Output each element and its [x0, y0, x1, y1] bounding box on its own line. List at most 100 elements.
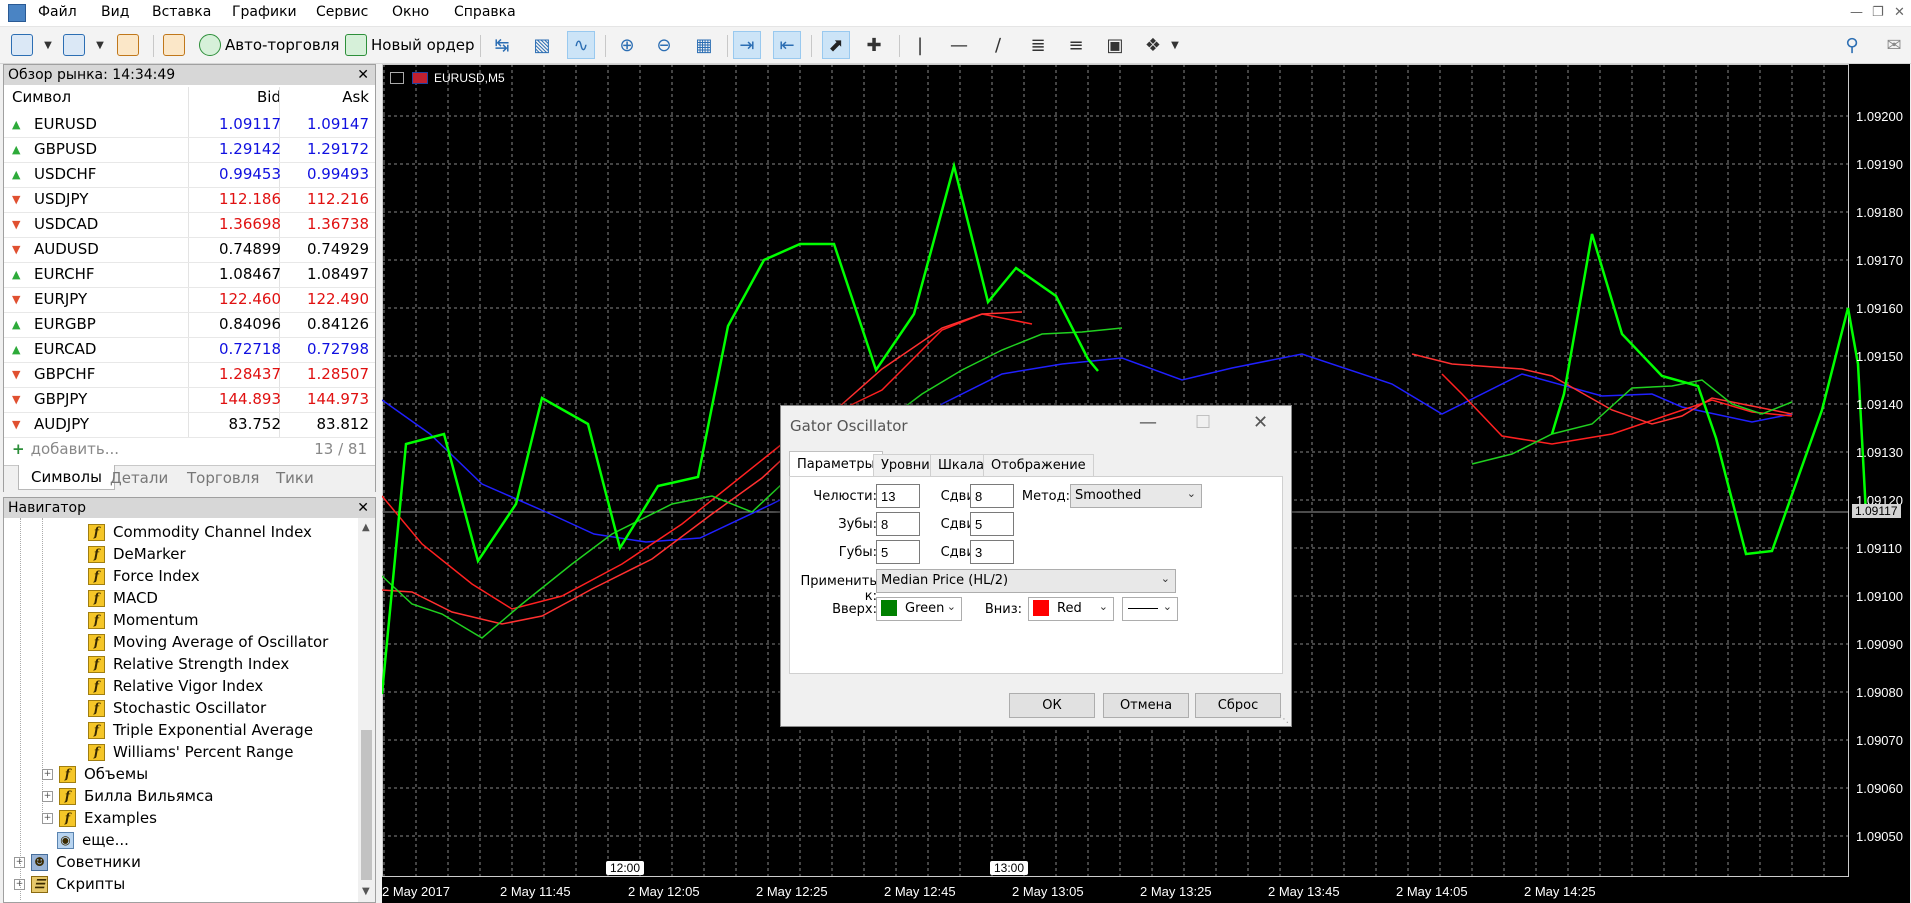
horizontal-line-button[interactable]: —: [945, 31, 973, 59]
nav-indicator-item[interactable]: f Williams' Percent Range: [88, 741, 293, 763]
nav-indicator-item[interactable]: f Relative Vigor Index: [88, 675, 263, 697]
jaws-period-input[interactable]: [876, 484, 920, 508]
table-row[interactable]: ▲ EURCHF 1.08467 1.08497: [4, 262, 375, 288]
table-row[interactable]: ▼ EURJPY 122.460 122.490: [4, 287, 375, 313]
scrollbar-thumb[interactable]: [361, 730, 372, 880]
market-button[interactable]: [162, 31, 190, 59]
dialog-minimize-icon[interactable]: —: [1139, 412, 1157, 433]
vertical-line-button[interactable]: |: [906, 31, 934, 59]
nav-group-bill-williams[interactable]: + f Билла Вильямса: [42, 785, 213, 807]
lips-period-input[interactable]: [876, 540, 920, 564]
nav-group-volumes[interactable]: + f Объемы: [42, 763, 148, 785]
up-color-select[interactable]: Green ⌄: [876, 597, 962, 621]
tab-details[interactable]: Детали: [110, 469, 168, 487]
new-chart-dropdown-icon[interactable]: ▼: [40, 31, 56, 59]
profiles-dropdown-icon[interactable]: ▼: [92, 31, 108, 59]
new-order-button[interactable]: Новый ордер: [345, 32, 474, 58]
shapes-dropdown-icon[interactable]: ▼: [1167, 31, 1183, 59]
crosshair-button[interactable]: ✚: [860, 31, 888, 59]
table-row[interactable]: ▼ GBPCHF 1.28437 1.28507: [4, 362, 375, 388]
reset-button[interactable]: Сброс: [1195, 693, 1281, 718]
expand-icon[interactable]: +: [14, 878, 25, 890]
col-ask-header[interactable]: Ask: [342, 88, 369, 112]
col-bid-header[interactable]: Bid: [257, 88, 281, 112]
tab-display[interactable]: Отображение: [983, 454, 1094, 477]
chat-button[interactable]: ✉: [1880, 31, 1908, 59]
teeth-shift-input[interactable]: [970, 512, 1014, 536]
menu-view[interactable]: Вид: [101, 4, 129, 20]
zoom-in-button[interactable]: ⊕: [613, 31, 641, 59]
tab-parameters[interactable]: Параметры: [789, 451, 883, 478]
ok-button[interactable]: ОК: [1009, 693, 1095, 718]
data-window-button[interactable]: [116, 31, 144, 59]
nav-root-experts[interactable]: + ☻ Советники: [14, 851, 141, 873]
table-row[interactable]: ▼ GBPJPY 144.893 144.973: [4, 387, 375, 413]
col-symbol-header[interactable]: Символ: [12, 88, 71, 112]
line-style-select[interactable]: ⌄: [1122, 597, 1178, 621]
zoom-out-button[interactable]: ⊖: [650, 31, 678, 59]
nav-more[interactable]: ◉ еще...: [57, 829, 129, 851]
tab-symbols[interactable]: Символы: [18, 465, 115, 490]
close-icon[interactable]: ✕: [1894, 5, 1905, 20]
scroll-down-icon[interactable]: ▼: [362, 886, 370, 897]
bar-chart-button[interactable]: ↹: [488, 31, 516, 59]
profiles-button[interactable]: [62, 31, 90, 59]
candlestick-button[interactable]: ▧: [528, 31, 556, 59]
market-watch-close-icon[interactable]: ✕: [357, 65, 369, 85]
nav-indicator-item[interactable]: f Moving Average of Oscillator: [88, 631, 328, 653]
equidistant-channel-button[interactable]: ≣: [1024, 31, 1052, 59]
nav-indicator-item[interactable]: f Stochastic Oscillator: [88, 697, 266, 719]
search-button[interactable]: ⚲: [1838, 31, 1866, 59]
nav-indicator-item[interactable]: f Triple Exponential Average: [88, 719, 313, 741]
navigator-close-icon[interactable]: ✕: [357, 498, 369, 518]
table-row[interactable]: ▲ GBPUSD 1.29142 1.29172: [4, 137, 375, 163]
table-row[interactable]: ▲ EURUSD 1.09117 1.09147: [4, 112, 375, 138]
menu-window[interactable]: Окно: [392, 4, 429, 20]
fibonacci-button[interactable]: ≡: [1062, 31, 1090, 59]
auto-scroll-button[interactable]: ⇥: [733, 31, 761, 59]
minimize-icon[interactable]: —: [1850, 5, 1863, 20]
menu-file[interactable]: Файл: [38, 4, 77, 20]
tab-ticks[interactable]: Тики: [276, 469, 314, 487]
jaws-shift-input[interactable]: [970, 484, 1014, 508]
dialog-close-icon[interactable]: ✕: [1253, 412, 1268, 433]
tab-levels[interactable]: Уровни: [873, 454, 938, 477]
add-symbol-link[interactable]: + добавить...: [12, 440, 119, 458]
navigator-scrollbar[interactable]: ▲ ▼: [358, 518, 375, 902]
menu-tools[interactable]: Сервис: [316, 4, 368, 20]
text-button[interactable]: ▣: [1101, 31, 1129, 59]
table-row[interactable]: ▼ USDCAD 1.36698 1.36738: [4, 212, 375, 238]
menu-insert[interactable]: Вставка: [152, 4, 211, 20]
cursor-button[interactable]: ⬈: [822, 31, 850, 59]
table-row[interactable]: ▲ EURGBP 0.84096 0.84126: [4, 312, 375, 338]
expand-icon[interactable]: +: [42, 812, 53, 824]
chart-menu-icon[interactable]: [390, 72, 404, 84]
nav-indicator-item[interactable]: f Momentum: [88, 609, 198, 631]
auto-trading-button[interactable]: Авто-торговля: [199, 32, 339, 58]
table-row[interactable]: ▼ AUDJPY 83.752 83.812: [4, 412, 375, 438]
table-row[interactable]: ▲ USDCHF 0.99453 0.99493: [4, 162, 375, 188]
trendline-button[interactable]: ∕: [984, 31, 1012, 59]
cancel-button[interactable]: Отмена: [1103, 693, 1189, 718]
nav-indicator-item[interactable]: f DeMarker: [88, 543, 186, 565]
nav-indicator-item[interactable]: f MACD: [88, 587, 158, 609]
nav-group-examples[interactable]: + f Examples: [42, 807, 157, 829]
shapes-button[interactable]: ❖: [1139, 31, 1167, 59]
tile-windows-button[interactable]: ▦: [690, 31, 718, 59]
expand-icon[interactable]: +: [14, 856, 25, 868]
down-color-select[interactable]: Red ⌄: [1028, 597, 1114, 621]
restore-icon[interactable]: ❐: [1872, 5, 1884, 20]
tab-trading[interactable]: Торговля: [187, 469, 259, 487]
method-select[interactable]: Smoothed ⌄: [1070, 484, 1202, 508]
resize-grip-icon[interactable]: ⋱: [1279, 714, 1289, 725]
nav-indicator-item[interactable]: f Relative Strength Index: [88, 653, 289, 675]
menu-charts[interactable]: Графики: [232, 4, 297, 20]
table-row[interactable]: ▲ EURCAD 0.72718 0.72798: [4, 337, 375, 363]
new-chart-button[interactable]: [10, 31, 38, 59]
menu-help[interactable]: Справка: [454, 4, 516, 20]
nav-root-scripts[interactable]: + ☰ Скрипты: [14, 873, 125, 895]
expand-icon[interactable]: +: [42, 790, 53, 802]
chart-shift-button[interactable]: ⇤: [773, 31, 801, 59]
teeth-period-input[interactable]: [876, 512, 920, 536]
scroll-up-icon[interactable]: ▲: [362, 522, 370, 533]
